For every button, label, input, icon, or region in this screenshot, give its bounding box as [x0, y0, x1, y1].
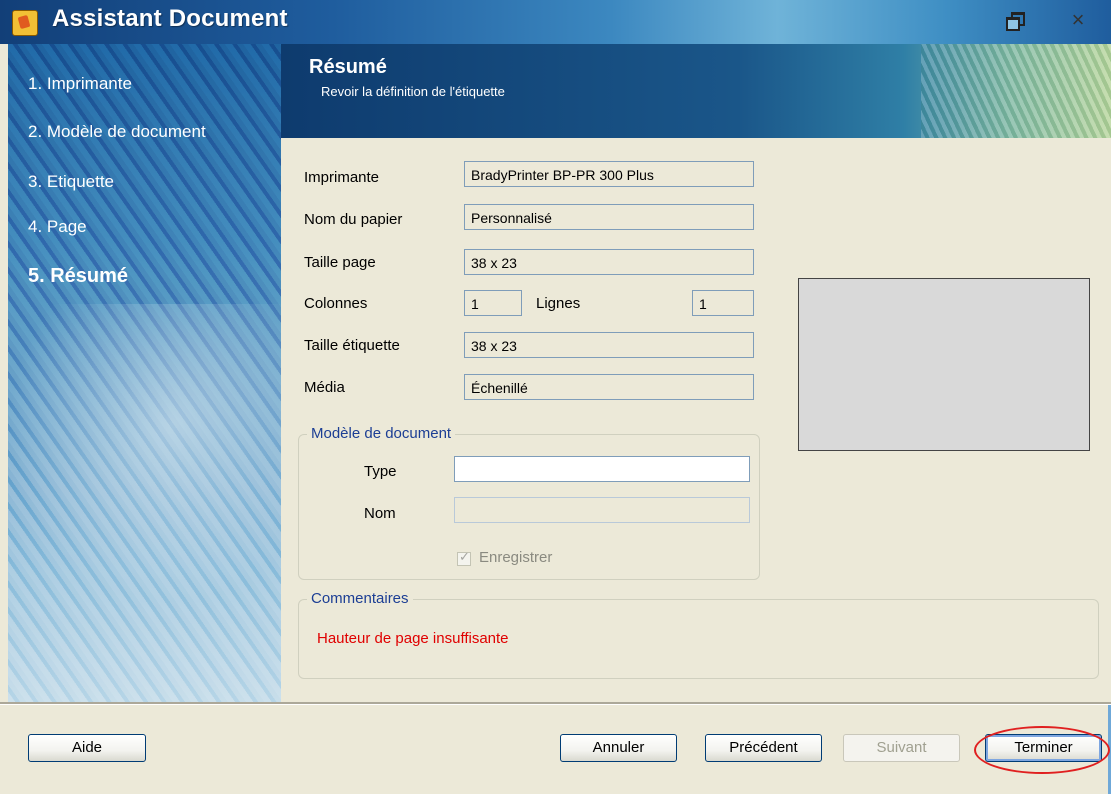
save-checkbox: [457, 550, 471, 566]
template-type-input[interactable]: [454, 456, 750, 482]
header-decoration: [921, 44, 1111, 138]
printer-field: BradyPrinter BP-PR 300 Plus: [464, 161, 754, 187]
paper-name-label: Nom du papier: [304, 211, 403, 228]
comments-legend: Commentaires: [307, 590, 413, 607]
label-size-label: Taille étiquette: [304, 337, 400, 354]
document-template-group: Modèle de document Type Nom Enregistrer: [298, 425, 760, 580]
nav-step-summary: 5. Résumé: [28, 265, 129, 287]
step-header: Résumé Revoir la définition de l'étiquet…: [281, 44, 1111, 138]
step-title: Résumé: [309, 56, 387, 78]
page-size-label: Taille page: [304, 254, 376, 271]
nav-step-document-template: 2. Modèle de document: [28, 122, 206, 141]
page-size-field: 38 x 23: [464, 249, 754, 275]
save-checkbox-label: Enregistrer: [479, 549, 553, 566]
previous-button[interactable]: Précédent: [705, 734, 822, 762]
summary-panel: Imprimante BradyPrinter BP-PR 300 Plus N…: [281, 138, 1111, 702]
cancel-button[interactable]: Annuler: [560, 734, 677, 762]
nav-step-printer: 1. Imprimante: [28, 74, 132, 93]
highlight-annotation-ellipse: [974, 726, 1110, 774]
paper-name-field: Personnalisé: [464, 204, 754, 230]
window-title: Assistant Document: [52, 5, 288, 32]
media-label: Média: [304, 379, 345, 396]
wizard-steps-sidebar: 1. Imprimante 2. Modèle de document 3. E…: [8, 44, 281, 702]
template-name-input: [454, 497, 750, 523]
wizard-window: Assistant Document × 1. Imprimante 2. Mo…: [0, 0, 1111, 794]
comment-warning-text: Hauteur de page insuffisante: [317, 630, 509, 647]
app-icon: [12, 10, 38, 36]
comments-group: Commentaires Hauteur de page insuffisant…: [298, 590, 1099, 679]
template-type-label: Type: [364, 463, 397, 480]
template-name-label: Nom: [364, 505, 396, 522]
label-preview: [798, 278, 1090, 451]
restore-icon[interactable]: [1004, 10, 1026, 32]
nav-step-page: 4. Page: [28, 217, 87, 236]
step-subtitle: Revoir la définition de l'étiquette: [321, 84, 505, 99]
media-field: Échenillé: [464, 374, 754, 400]
window-border-left: [0, 44, 8, 702]
title-bar: Assistant Document ×: [0, 0, 1111, 44]
label-size-field: 38 x 23: [464, 332, 754, 358]
columns-label: Colonnes: [304, 295, 368, 312]
rows-label: Lignes: [536, 295, 581, 312]
printer-label: Imprimante: [304, 169, 380, 186]
nav-step-label: 3. Etiquette: [28, 172, 115, 191]
next-button: Suivant: [843, 734, 960, 762]
document-template-legend: Modèle de document: [307, 425, 456, 442]
help-button[interactable]: Aide: [28, 734, 146, 762]
rows-field: 1: [692, 290, 754, 316]
columns-field: 1: [464, 290, 522, 316]
close-icon[interactable]: ×: [1066, 8, 1090, 32]
